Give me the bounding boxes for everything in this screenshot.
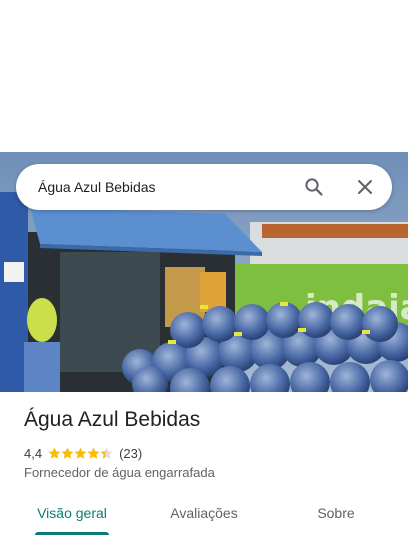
star-icon: [61, 447, 74, 459]
rating-row[interactable]: 4,4 (23): [24, 444, 142, 462]
tab-reviews[interactable]: Avaliações: [150, 496, 258, 536]
search-bar[interactable]: [16, 164, 392, 210]
star-icon: [100, 447, 113, 459]
star-icon: [74, 447, 87, 459]
star-icon: [87, 447, 100, 459]
rating-stars: [48, 447, 113, 460]
search-button[interactable]: [300, 173, 328, 201]
close-icon: [358, 180, 372, 194]
place-title: Água Azul Bebidas: [24, 408, 201, 431]
place-category: Fornecedor de água engarrafada: [24, 465, 215, 480]
rating-value: 4,4: [24, 445, 43, 461]
tab-overview[interactable]: Visão geral: [18, 496, 126, 536]
place-tabs: Visão geral Avaliações Sobre: [0, 496, 408, 544]
search-input[interactable]: [38, 164, 288, 210]
clear-search-button[interactable]: [351, 173, 379, 201]
search-icon: [305, 178, 323, 196]
tab-about[interactable]: Sobre: [282, 496, 390, 536]
active-tab-indicator: [35, 532, 109, 535]
star-icon: [48, 447, 61, 459]
review-count[interactable]: (23): [119, 446, 142, 461]
